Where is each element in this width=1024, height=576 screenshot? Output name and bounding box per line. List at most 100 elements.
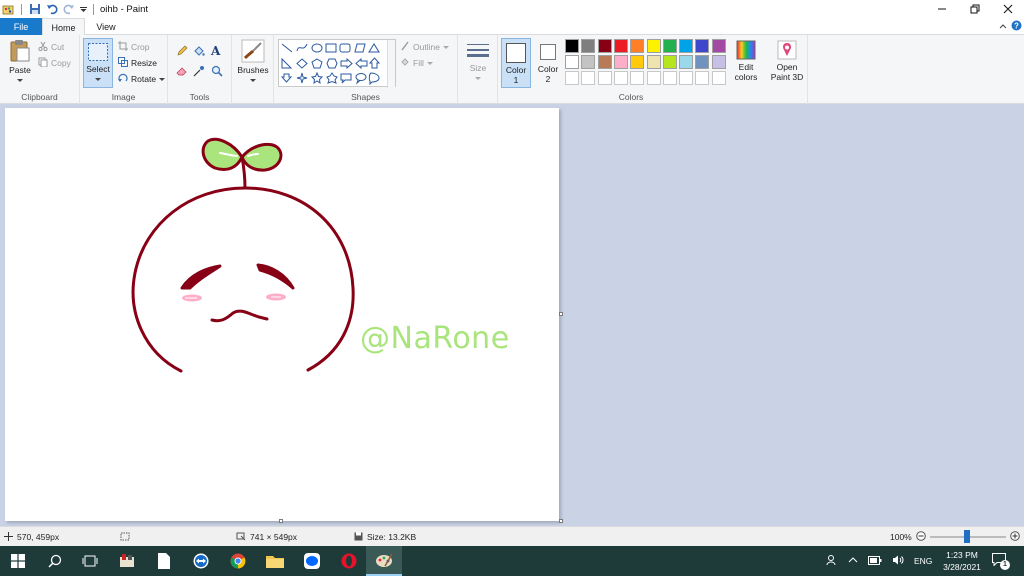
taskbar-app-tool[interactable] — [109, 546, 145, 576]
redo-icon[interactable] — [62, 3, 75, 16]
zoom-slider[interactable] — [929, 530, 1006, 543]
action-center-button[interactable]: 1 — [992, 546, 1010, 576]
palette-color-swatch[interactable] — [597, 55, 612, 69]
people-icon[interactable] — [826, 554, 838, 568]
paint-app-icon — [376, 553, 393, 567]
task-view-button[interactable] — [72, 546, 108, 576]
save-icon[interactable] — [28, 3, 41, 16]
text-tool-icon[interactable]: A — [211, 44, 220, 58]
palette-color-swatch[interactable] — [630, 39, 645, 53]
copy-button[interactable]: Copy — [38, 57, 71, 69]
size-label: Size — [469, 63, 487, 73]
palette-color-swatch[interactable] — [662, 39, 677, 53]
crop-icon — [118, 41, 128, 53]
custom-color-slot[interactable] — [695, 71, 710, 85]
restore-button[interactable] — [958, 0, 991, 18]
fill-button[interactable]: Fill — [400, 57, 433, 69]
custom-color-slot[interactable] — [565, 71, 579, 85]
color-picker-icon[interactable] — [193, 65, 205, 79]
taskbar-app-teamviewer[interactable] — [183, 546, 219, 576]
custom-color-slot[interactable] — [597, 71, 612, 85]
palette-color-swatch[interactable] — [565, 39, 579, 53]
palette-color-swatch[interactable] — [597, 39, 612, 53]
search-button[interactable] — [37, 546, 73, 576]
custom-color-slot[interactable] — [662, 71, 677, 85]
taskbar-app-opera[interactable] — [331, 546, 367, 576]
help-icon[interactable]: ? — [1011, 20, 1022, 33]
custom-color-slot[interactable] — [711, 71, 726, 85]
open-paint3d-button[interactable]: Open Paint 3D — [768, 40, 806, 82]
input-language[interactable]: ENG — [914, 556, 932, 566]
chrome-icon — [230, 553, 246, 569]
crop-button[interactable]: Crop — [118, 41, 149, 53]
chevron-down-icon — [442, 42, 449, 52]
palette-color-swatch[interactable] — [679, 39, 694, 53]
palette-color-swatch[interactable] — [646, 55, 661, 69]
select-button[interactable]: Select — [83, 38, 113, 88]
fill-bucket-icon[interactable] — [193, 45, 205, 59]
size-button[interactable]: Size — [462, 41, 494, 83]
palette-color-swatch[interactable] — [630, 55, 645, 69]
zoom-slider-thumb[interactable] — [963, 530, 970, 543]
custom-color-slot[interactable] — [613, 71, 628, 85]
outline-button[interactable]: Outline — [400, 41, 449, 53]
shapes-group-label: Shapes — [351, 92, 380, 102]
paint-app-icon[interactable] — [2, 3, 15, 16]
custom-color-slot[interactable] — [679, 71, 694, 85]
cut-button[interactable]: Cut — [38, 41, 64, 53]
magnifier-icon[interactable] — [211, 65, 223, 79]
battery-icon[interactable] — [868, 555, 882, 567]
palette-color-swatch[interactable] — [695, 39, 710, 53]
palette-color-swatch[interactable] — [613, 39, 628, 53]
palette-color-swatch[interactable] — [565, 55, 579, 69]
tab-file[interactable]: File — [0, 18, 42, 35]
image-size-icon — [236, 532, 246, 543]
palette-color-swatch[interactable] — [581, 55, 596, 69]
eraser-icon[interactable] — [176, 65, 188, 79]
start-button[interactable] — [0, 546, 36, 576]
palette-color-swatch[interactable] — [662, 55, 677, 69]
collapse-ribbon-icon[interactable] — [999, 22, 1007, 32]
tab-view[interactable]: View — [88, 18, 124, 35]
brushes-button[interactable]: Brushes — [235, 39, 271, 85]
taskbar-app-file-explorer[interactable] — [257, 546, 293, 576]
minimize-button[interactable] — [925, 0, 958, 18]
canvas-resize-handle-bottom[interactable] — [279, 519, 283, 523]
zoom-in-button[interactable] — [1009, 531, 1020, 543]
show-hidden-icons-icon[interactable] — [848, 556, 858, 566]
custom-color-slot[interactable] — [646, 71, 661, 85]
tab-home[interactable]: Home — [42, 18, 85, 36]
edit-colors-button[interactable]: Edit colors — [732, 40, 760, 82]
pencil-icon[interactable] — [176, 45, 188, 59]
taskbar-app-paint[interactable] — [366, 546, 402, 576]
rotate-button[interactable]: Rotate — [118, 73, 166, 85]
zoom-out-button[interactable] — [915, 531, 926, 543]
close-button[interactable] — [991, 0, 1024, 18]
taskbar-app-zalo[interactable] — [294, 546, 330, 576]
shapes-gallery-icons — [280, 43, 381, 86]
clock[interactable]: 1:23 PM 3/28/2021 — [936, 546, 988, 576]
canvas-resize-handle-corner[interactable] — [559, 519, 563, 523]
palette-color-swatch[interactable] — [646, 39, 661, 53]
palette-color-swatch[interactable] — [695, 55, 710, 69]
drawing-canvas[interactable]: @NaRone — [5, 108, 559, 521]
paste-button[interactable]: Paste — [6, 39, 34, 85]
color2-button[interactable]: Color 2 — [534, 38, 562, 88]
canvas-resize-handle-right[interactable] — [559, 312, 563, 316]
color1-button[interactable]: Color 1 — [501, 38, 531, 88]
custom-color-slot[interactable] — [630, 71, 645, 85]
palette-color-swatch[interactable] — [581, 39, 596, 53]
taskbar-app-chrome[interactable] — [220, 546, 256, 576]
undo-icon[interactable] — [45, 3, 58, 16]
palette-color-swatch[interactable] — [679, 55, 694, 69]
customize-toolbar-icon[interactable] — [79, 3, 87, 16]
custom-color-slot[interactable] — [581, 71, 596, 85]
shapes-gallery[interactable] — [278, 39, 396, 88]
palette-color-swatch[interactable] — [711, 55, 726, 69]
volume-icon[interactable] — [892, 555, 904, 567]
taskbar-app-notepad[interactable] — [146, 546, 182, 576]
palette-color-swatch[interactable] — [613, 55, 628, 69]
shapes-scrollbar[interactable] — [387, 40, 395, 88]
palette-color-swatch[interactable] — [711, 39, 726, 53]
resize-button[interactable]: Resize — [118, 57, 157, 69]
